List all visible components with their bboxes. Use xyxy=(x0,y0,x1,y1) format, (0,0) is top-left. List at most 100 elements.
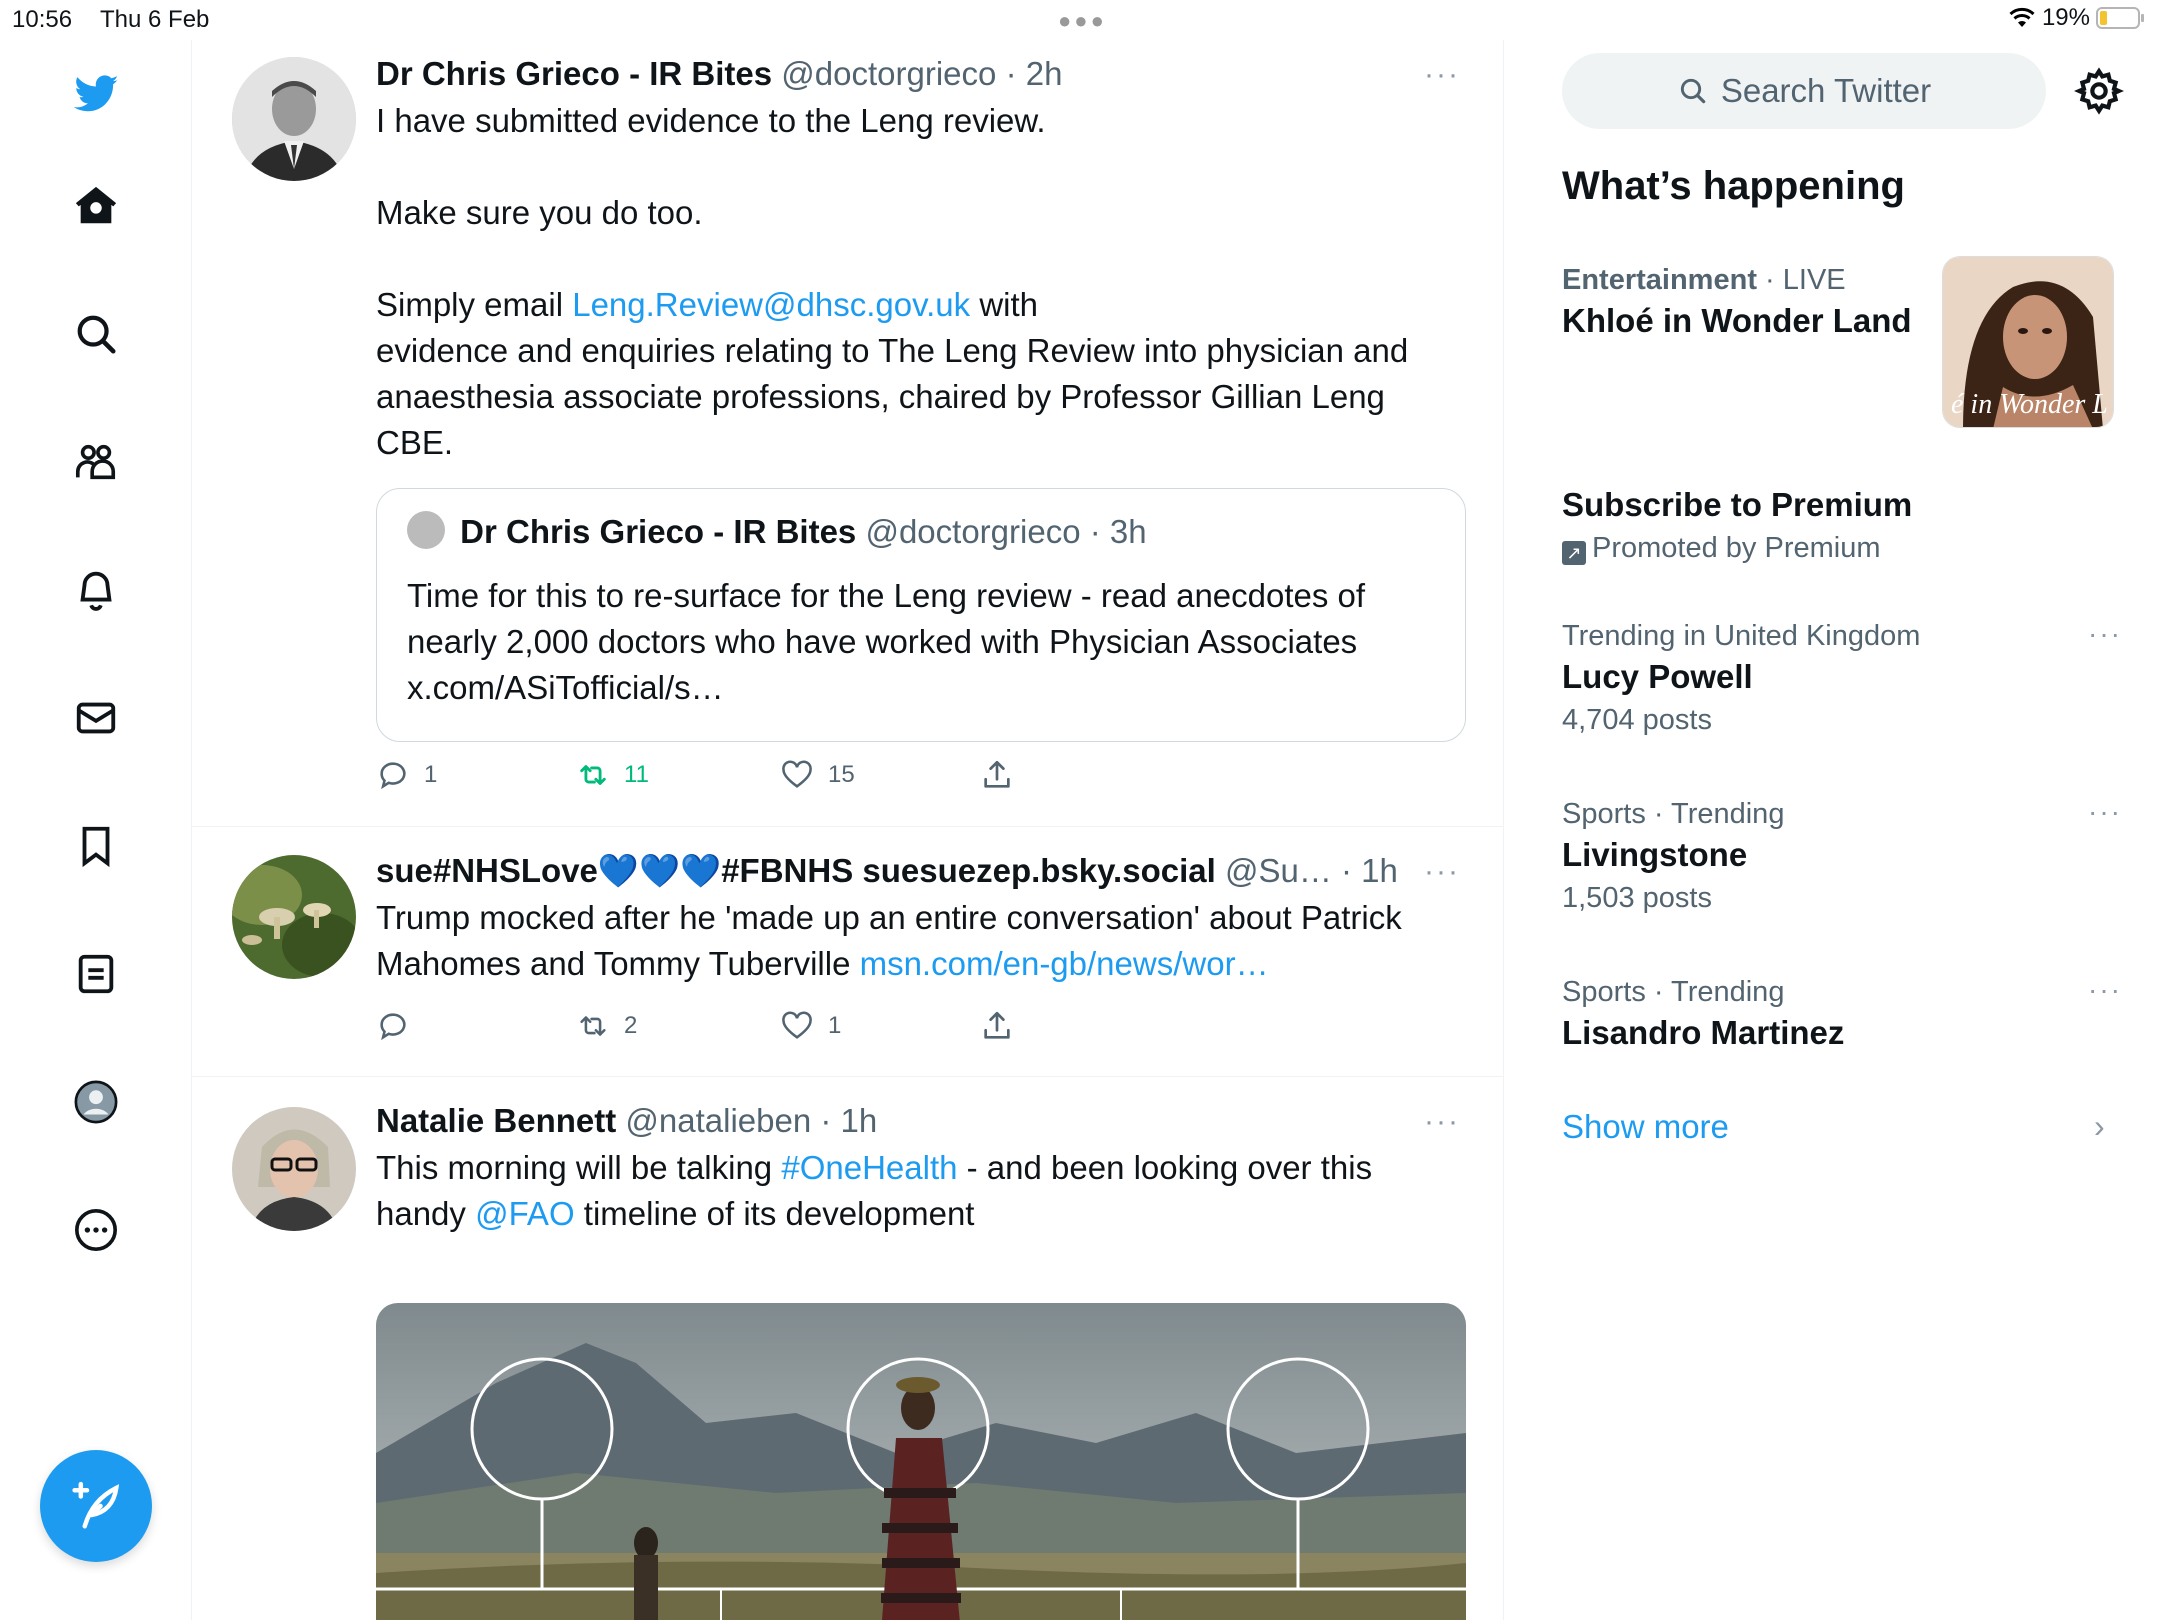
trend-more-icon[interactable]: ··· xyxy=(2088,796,2122,828)
trend-more-icon[interactable]: ··· xyxy=(2088,974,2122,1006)
tweet-actions: 2 1 xyxy=(376,1009,1014,1043)
blue-heart-icon: 💙💙💙 xyxy=(597,852,722,889)
retweet-button[interactable]: 11 xyxy=(576,758,780,792)
trend-thumbnail-caption: é in Wonder L xyxy=(1951,389,2108,420)
tweet-media-image[interactable] xyxy=(376,1303,1466,1620)
search-icon[interactable] xyxy=(64,302,128,366)
timeline[interactable]: Dr Chris Grieco - IR Bites @doctorgrieco… xyxy=(192,40,1504,1620)
trend-item[interactable]: Sports · Trending Lisandro Martinez ··· xyxy=(1562,974,2122,1056)
like-button[interactable]: 1 xyxy=(780,1009,980,1043)
reply-button[interactable] xyxy=(376,1009,576,1043)
quoted-tweet[interactable]: Dr Chris Grieco - IR Bites @doctorgrieco… xyxy=(376,488,1466,742)
notifications-icon[interactable] xyxy=(64,558,128,622)
trend-category: Entertainment xyxy=(1562,264,1757,296)
status-right: 19% xyxy=(2008,4,2144,32)
multitasking-dots-icon[interactable]: ●●● xyxy=(1058,8,1107,34)
author-name-part: sue#NHSLove xyxy=(376,852,598,889)
tweet-header: sue#NHSLove💙💙💙#FBNHS suesuezep.bsky.soci… xyxy=(376,851,1466,891)
share-icon xyxy=(984,1011,1010,1039)
mention-link[interactable]: @FAO xyxy=(475,1195,575,1232)
show-more-link[interactable]: Show more xyxy=(1562,1108,1729,1146)
like-icon xyxy=(782,1011,812,1039)
trend-item[interactable]: Sports · Trending Livingstone 1,503 post… xyxy=(1562,796,2122,918)
author-handle[interactable]: @natalieben xyxy=(625,1102,811,1139)
search-input[interactable]: Search Twitter xyxy=(1562,53,2046,129)
author-name[interactable]: Natalie Bennett xyxy=(376,1102,616,1139)
tweet-paragraph: Simply email Leng.Review@dhsc.gov.uk wit… xyxy=(376,282,1466,328)
tweet-time[interactable]: · 1h xyxy=(1341,852,1398,889)
status-bar: 10:56 Thu 6 Feb ●●● 19% xyxy=(0,0,2160,40)
email-link[interactable]: Leng.Review@dhsc.gov.uk xyxy=(572,286,970,323)
home-icon[interactable] xyxy=(64,174,128,238)
share-icon xyxy=(984,760,1010,788)
left-navigation xyxy=(0,40,192,1620)
trend-title: Livingstone xyxy=(1562,836,1748,873)
tweet-time[interactable]: · 1h xyxy=(820,1102,877,1139)
whats-happening-title: What’s happening xyxy=(1562,164,1905,208)
lists-icon[interactable] xyxy=(64,942,128,1006)
like-count: 15 xyxy=(828,761,855,788)
reply-count: 1 xyxy=(424,761,438,788)
reply-button[interactable]: 1 xyxy=(376,758,576,792)
trend-live: · LIVE xyxy=(1765,264,1846,296)
twitter-logo-icon[interactable] xyxy=(64,62,128,126)
article-link[interactable]: msn.com/en-gb/news/wor… xyxy=(860,945,1269,982)
trend-thumbnail[interactable]: é in Wonder L xyxy=(1942,256,2114,428)
tweet-more-icon[interactable]: ··· xyxy=(1424,58,1460,92)
avatar[interactable] xyxy=(232,57,356,181)
wifi-icon xyxy=(2009,7,2035,27)
tweet[interactable]: sue#NHSLove💙💙💙#FBNHS suesuezep.bsky.soci… xyxy=(192,827,1503,1077)
share-button[interactable] xyxy=(980,758,1014,792)
promoted-label: ↗ Promoted by Premium xyxy=(1562,530,2122,566)
retweet-count: 2 xyxy=(624,1012,638,1039)
battery-icon xyxy=(2096,7,2144,29)
avatar[interactable] xyxy=(232,1107,356,1231)
reply-icon xyxy=(380,1013,406,1041)
like-count: 1 xyxy=(828,1012,842,1039)
more-icon[interactable] xyxy=(64,1198,128,1262)
tweet-text: I have submitted evidence to the Leng re… xyxy=(376,98,1466,466)
retweet-icon xyxy=(580,765,606,785)
author-handle[interactable]: @doctorgrieco xyxy=(781,55,996,92)
trend-item[interactable]: Trending in United Kingdom Lucy Powell 4… xyxy=(1562,618,2122,740)
promoted-trend[interactable]: Subscribe to Premium ↗ Promoted by Premiu… xyxy=(1562,482,2122,566)
share-button[interactable] xyxy=(980,1009,1014,1043)
author-handle[interactable]: @Su… xyxy=(1225,852,1332,889)
promoted-text: Promoted by Premium xyxy=(1592,532,1881,564)
tweet-more-icon[interactable]: ··· xyxy=(1424,1105,1460,1139)
text-span: Simply email xyxy=(376,286,573,323)
messages-icon[interactable] xyxy=(64,686,128,750)
author-name[interactable]: sue#NHSLove💙💙💙#FBNHS suesuezep.bsky.soci… xyxy=(376,852,1216,889)
search-placeholder: Search Twitter xyxy=(1720,72,1932,109)
settings-gear-icon[interactable] xyxy=(2074,66,2124,116)
tweet-text: Trump mocked after he 'made up an entire… xyxy=(376,895,1466,987)
tweet-more-icon[interactable]: ··· xyxy=(1424,855,1460,889)
author-name[interactable]: Dr Chris Grieco - IR Bites xyxy=(376,55,772,92)
search-icon xyxy=(1680,78,1706,104)
trend-category: Sports · Trending xyxy=(1562,798,1785,830)
trend-more-icon[interactable]: ··· xyxy=(2088,618,2122,650)
quoted-author-handle: @doctorgrieco xyxy=(865,513,1081,550)
chevron-right-icon: › xyxy=(2094,1108,2105,1144)
trend-title: Lisandro Martinez xyxy=(1562,1014,1845,1051)
retweet-count: 11 xyxy=(624,761,649,788)
bookmarks-icon[interactable] xyxy=(64,814,128,878)
tweet[interactable]: Natalie Bennett @natalieben · 1h This mo… xyxy=(192,1077,1503,1620)
retweet-icon xyxy=(580,1016,606,1036)
compose-tweet-button[interactable] xyxy=(40,1450,152,1562)
trend-item[interactable]: Entertainment · LIVE Khloé in Wonder Lan… xyxy=(1562,256,2122,442)
like-button[interactable]: 15 xyxy=(780,758,980,792)
trend-category: Sports · Trending xyxy=(1562,976,1785,1008)
retweet-button[interactable]: 2 xyxy=(576,1009,780,1043)
tweet-text: This morning will be talking #OneHealth … xyxy=(376,1145,1466,1237)
right-sidebar: Search Twitter What’s happening Entertai… xyxy=(1504,40,2160,1620)
communities-icon[interactable] xyxy=(64,430,128,494)
profile-icon[interactable] xyxy=(64,1070,128,1134)
hashtag-link[interactable]: #OneHealth xyxy=(781,1149,957,1186)
tweet-time[interactable]: · 2h xyxy=(1006,55,1063,92)
tweet-header: Dr Chris Grieco - IR Bites @doctorgrieco… xyxy=(376,54,1466,94)
like-icon xyxy=(782,760,812,788)
tweet[interactable]: Dr Chris Grieco - IR Bites @doctorgrieco… xyxy=(192,40,1503,827)
tweet-header: Natalie Bennett @natalieben · 1h xyxy=(376,1101,1466,1141)
avatar[interactable] xyxy=(232,855,356,979)
